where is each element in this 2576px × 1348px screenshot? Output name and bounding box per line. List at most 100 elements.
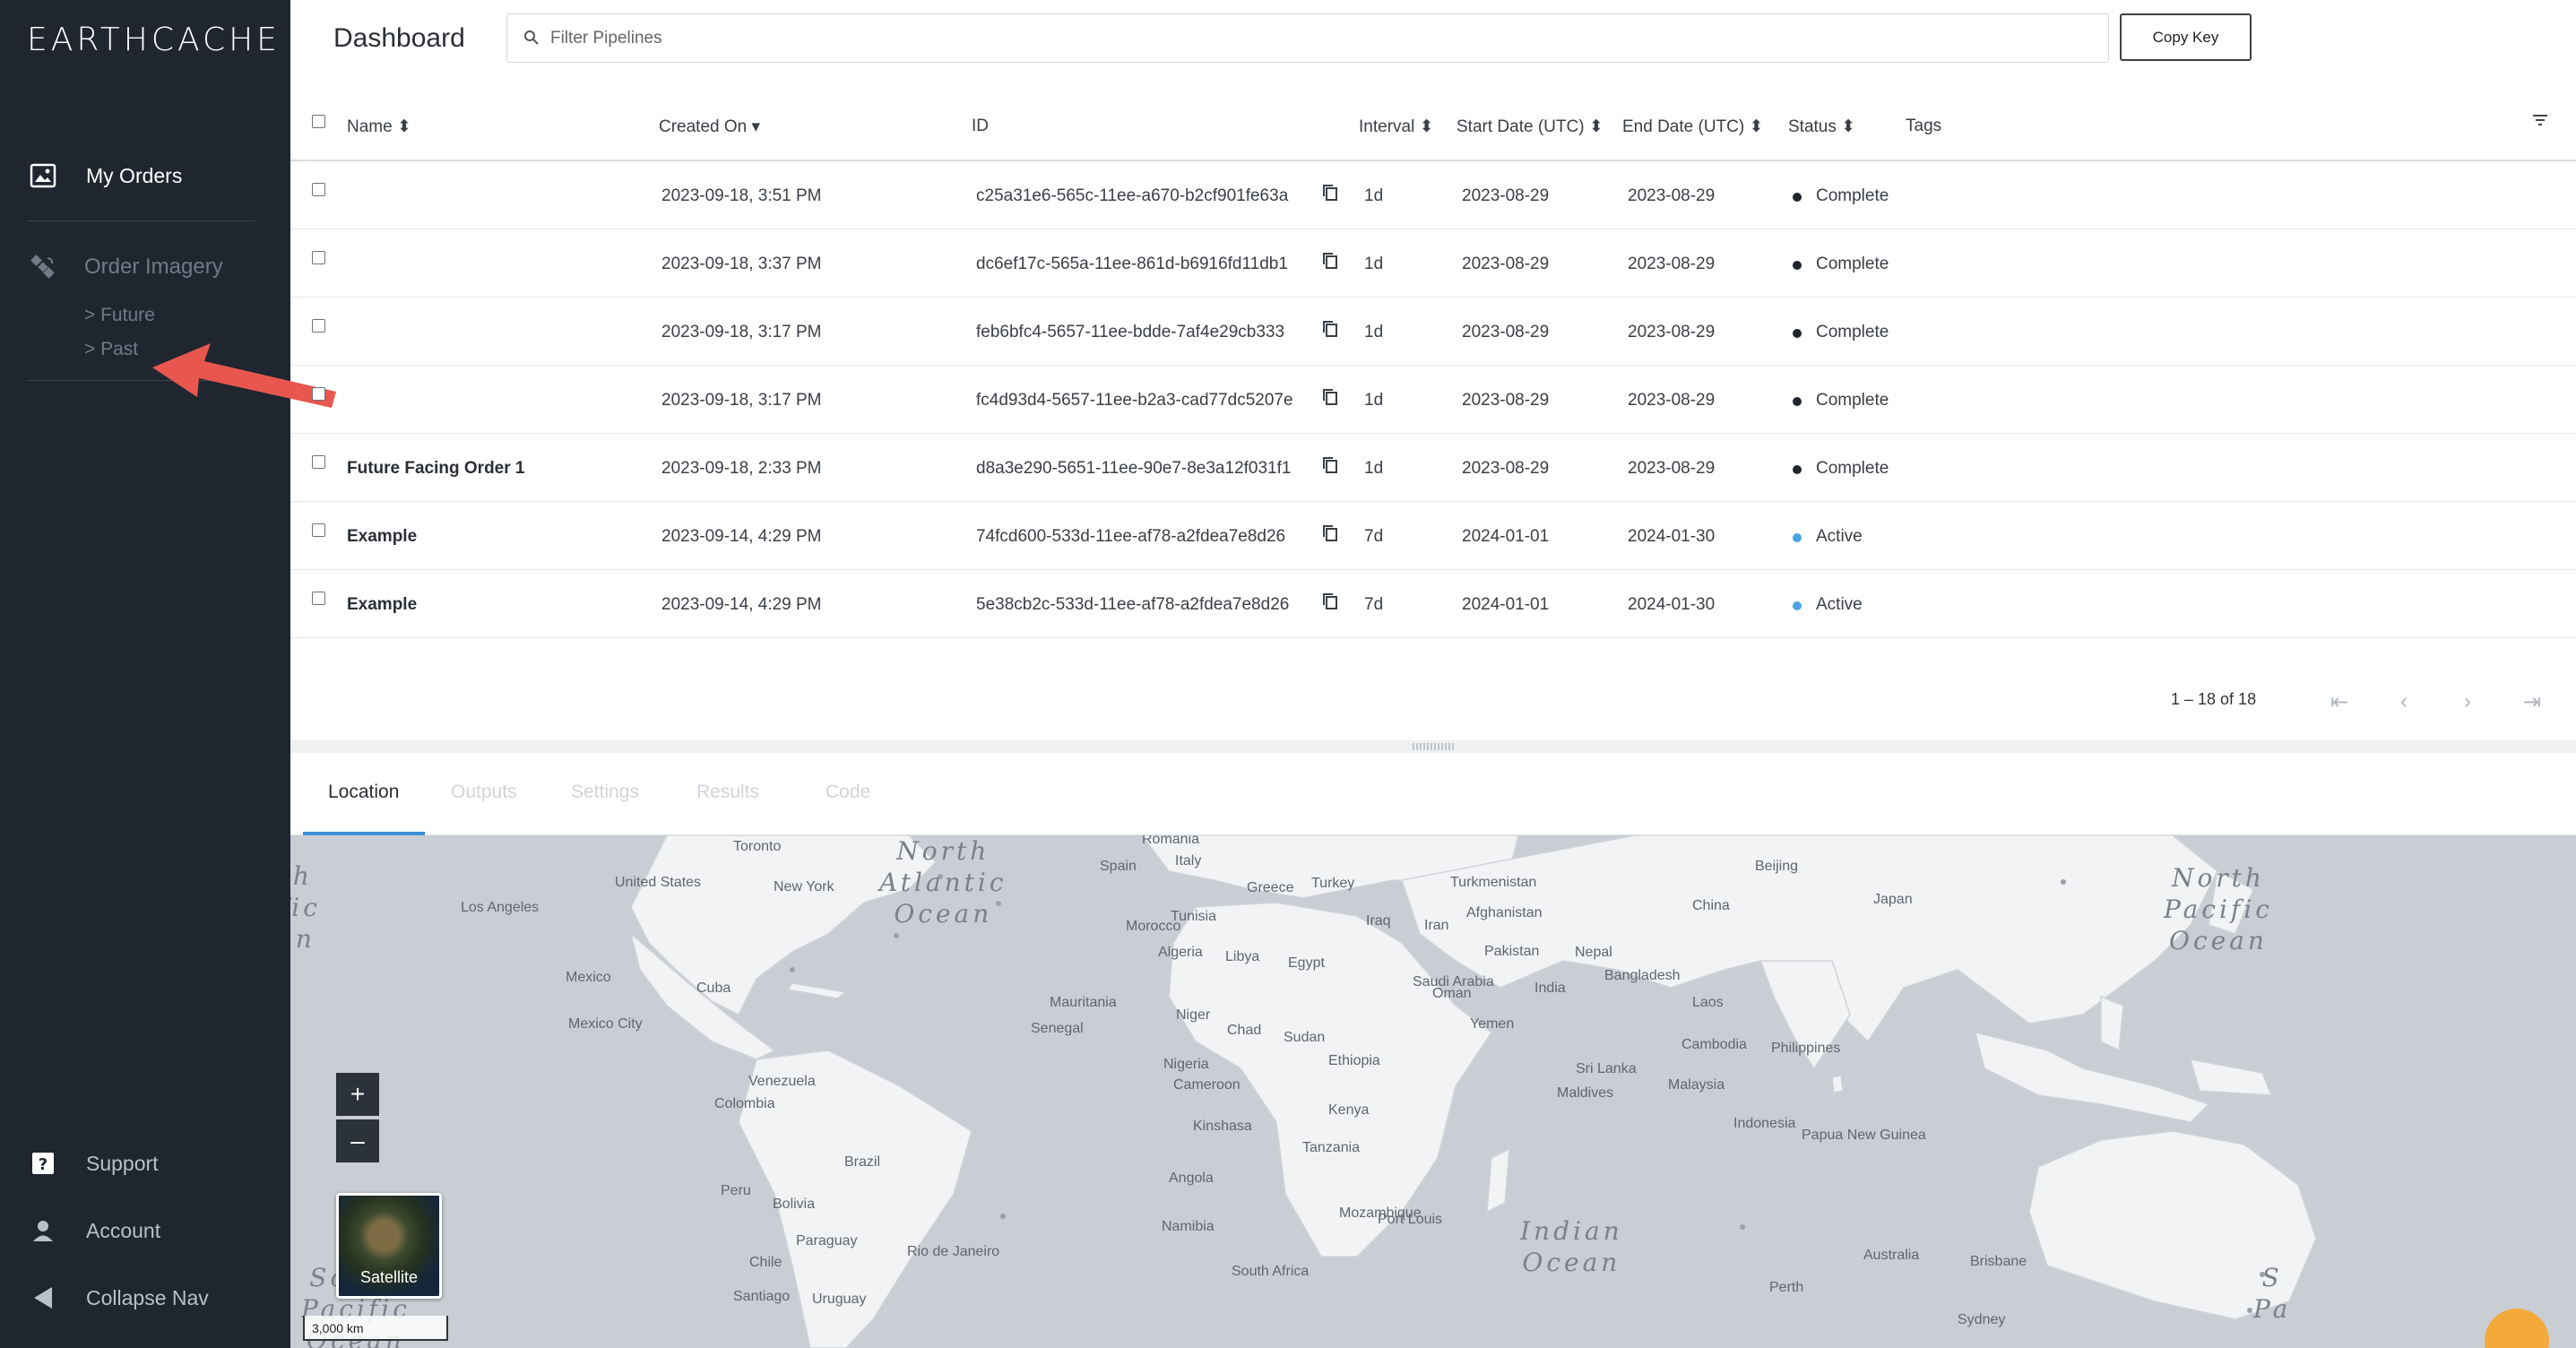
row-checkbox[interactable] xyxy=(312,319,325,333)
tab-location[interactable]: Location xyxy=(328,782,399,803)
satellite-label: Satellite xyxy=(359,1268,419,1286)
search-box[interactable] xyxy=(506,13,2109,63)
table-row[interactable]: Example 2023-09-14, 4:29 PM 74fcd600-533d-… xyxy=(290,502,2576,570)
map-place-label: Tanzania xyxy=(1302,1140,1361,1155)
select-all-checkbox[interactable] xyxy=(312,115,325,128)
cell-id: 5e38cb2c-533d-11ee-af78-a2fdea7e8d26 xyxy=(976,595,1290,614)
status-dot-icon xyxy=(1793,397,1802,406)
copy-key-button[interactable]: Copy Key xyxy=(2120,13,2252,61)
map-place-label: Niger xyxy=(1176,1007,1211,1023)
cell-name: Example xyxy=(347,595,418,614)
copy-icon[interactable] xyxy=(1321,455,1339,480)
sidebar-link-future[interactable]: > Future xyxy=(84,305,155,326)
table-row[interactable]: 2023-09-18, 3:37 PM dc6ef17c-565a-11ee-86… xyxy=(290,229,2576,298)
copy-icon[interactable] xyxy=(1321,319,1339,343)
row-checkbox[interactable] xyxy=(312,523,325,537)
tab-code[interactable]: Code xyxy=(826,782,870,803)
copy-icon[interactable] xyxy=(1321,251,1339,275)
map-place-label: Mauritania xyxy=(1050,995,1117,1010)
map-place-label: Namibia xyxy=(1162,1219,1215,1234)
column-header-start-date[interactable]: Start Date (UTC) ⬍ xyxy=(1457,117,1604,137)
map-place-label: Japan xyxy=(1873,892,1913,907)
cell-interval: 7d xyxy=(1364,527,1384,546)
map-place-label: Chad xyxy=(1227,1023,1262,1038)
sidebar-item-label: My Orders xyxy=(86,163,183,187)
table-row[interactable]: 2023-09-18, 3:17 PM fc4d93d4-5657-11ee-b2… xyxy=(290,366,2576,434)
row-checkbox[interactable] xyxy=(312,592,325,605)
map[interactable]: Toronto United States New York Los Angeles M… xyxy=(290,835,2576,1348)
cell-status: Complete xyxy=(1816,186,1889,205)
cell-created-on: 2023-09-18, 3:17 PM xyxy=(661,391,822,410)
filter-columns-icon[interactable] xyxy=(2531,113,2549,133)
cell-interval: 1d xyxy=(1364,255,1384,273)
tab-outputs[interactable]: Outputs xyxy=(451,782,517,803)
zoom-in-button[interactable]: + xyxy=(336,1073,379,1116)
last-page-button[interactable]: ⇥ xyxy=(2519,688,2546,715)
map-place-label: Paraguay xyxy=(796,1233,858,1249)
svg-text:?: ? xyxy=(39,1155,48,1174)
detail-tabs: Location Outputs Settings Results Code xyxy=(290,753,2576,835)
map-place-label: Nepal xyxy=(1575,945,1612,960)
row-checkbox[interactable] xyxy=(312,183,325,196)
cell-interval: 1d xyxy=(1364,459,1384,478)
column-header-interval[interactable]: Interval ⬍ xyxy=(1359,117,1434,137)
map-place-label: Turkey xyxy=(1311,876,1355,891)
copy-icon[interactable] xyxy=(1321,387,1339,411)
column-header-created-on[interactable]: Created On ▾ xyxy=(659,117,760,137)
sidebar-item-account[interactable]: Account xyxy=(0,1204,290,1257)
copy-icon[interactable] xyxy=(1321,183,1339,207)
row-checkbox[interactable] xyxy=(312,387,325,401)
map-place-label: Philippines xyxy=(1771,1041,1841,1056)
sidebar-item-collapse-nav[interactable]: Collapse Nav xyxy=(0,1271,290,1325)
copy-icon[interactable] xyxy=(1321,523,1339,548)
table-row[interactable]: 2023-09-18, 3:17 PM feb6bfc4-5657-11ee-bd… xyxy=(290,298,2576,366)
table-row[interactable]: Example 2023-09-14, 4:29 PM 5e38cb2c-533d-… xyxy=(290,570,2576,638)
column-header-name[interactable]: Name ⬍ xyxy=(347,117,411,137)
map-place-label: Chile xyxy=(749,1255,782,1270)
sidebar-item-support[interactable]: ? Support xyxy=(0,1136,290,1190)
first-page-button[interactable]: ⇤ xyxy=(2326,688,2353,715)
column-header-status[interactable]: Status ⬍ xyxy=(1788,117,1855,137)
tab-settings[interactable]: Settings xyxy=(571,782,639,803)
sort-icon: ⬍ xyxy=(1749,117,1764,136)
cell-start-date: 2023-08-29 xyxy=(1462,255,1550,273)
cell-name: Example xyxy=(347,527,418,546)
zoom-out-button[interactable]: – xyxy=(336,1119,379,1162)
map-place-label: Bolivia xyxy=(773,1197,816,1212)
previous-page-button[interactable]: ‹ xyxy=(2390,688,2417,715)
status-dot-icon xyxy=(1793,329,1802,338)
map-place-label: Malaysia xyxy=(1668,1077,1725,1093)
drag-handle-icon[interactable] xyxy=(1413,743,1456,750)
copy-icon[interactable] xyxy=(1321,592,1339,616)
table-row[interactable]: 2023-09-18, 3:51 PM c25a31e6-565c-11ee-a6… xyxy=(290,161,2576,229)
row-checkbox[interactable] xyxy=(312,251,325,264)
cell-status: Complete xyxy=(1816,323,1889,341)
map-place-label: Toronto xyxy=(733,839,782,854)
ocean-label: Indian Ocean xyxy=(1520,1216,1623,1277)
image-icon xyxy=(29,161,57,190)
table-row[interactable]: Future Facing Order 1 2023-09-18, 2:33 PM… xyxy=(290,434,2576,502)
sort-icon: ⬍ xyxy=(1419,117,1434,136)
tab-results[interactable]: Results xyxy=(696,782,759,803)
map-place-label: Maldives xyxy=(1557,1085,1614,1101)
map-place-label: Sudan xyxy=(1284,1030,1326,1045)
cell-created-on: 2023-09-18, 3:17 PM xyxy=(661,323,822,341)
cell-end-date: 2023-08-29 xyxy=(1628,391,1716,410)
next-page-button[interactable]: › xyxy=(2454,688,2481,715)
map-place-label: Algeria xyxy=(1158,945,1203,960)
search-input[interactable] xyxy=(550,25,2074,52)
resize-splitter[interactable] xyxy=(290,740,2576,753)
cell-id: 74fcd600-533d-11ee-af78-a2fdea7e8d26 xyxy=(976,527,1286,546)
cell-interval: 1d xyxy=(1364,323,1384,341)
sort-icon: ⬍ xyxy=(1841,117,1856,136)
map-place-label: Pakistan xyxy=(1484,944,1540,959)
sidebar-item-order-imagery[interactable]: Order Imagery xyxy=(0,240,290,294)
cell-start-date: 2023-08-29 xyxy=(1462,323,1550,341)
satellite-layer-toggle[interactable]: Satellite xyxy=(336,1193,442,1299)
column-header-end-date[interactable]: End Date (UTC) ⬍ xyxy=(1622,117,1763,137)
row-checkbox[interactable] xyxy=(312,455,325,469)
map-place-label: United States xyxy=(615,875,702,890)
cell-id: dc6ef17c-565a-11ee-861d-b6916fd11db1 xyxy=(976,255,1288,273)
sidebar-item-my-orders[interactable]: My Orders xyxy=(0,149,290,203)
sidebar-item-label: Support xyxy=(86,1151,159,1175)
